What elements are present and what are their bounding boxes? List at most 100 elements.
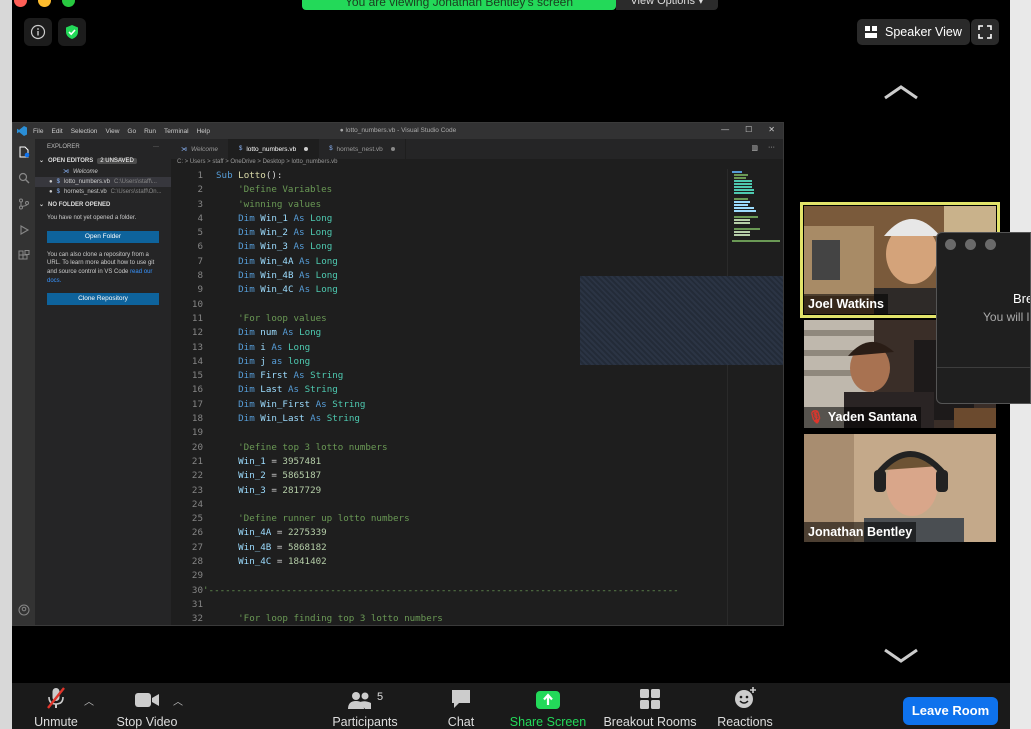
open-editors-section[interactable]: ⌄ OPEN EDITORS 2 UNSAVED <box>35 155 171 166</box>
open-editor-item[interactable]: ⋊ Welcome <box>35 166 171 177</box>
unsaved-dot-icon <box>390 147 395 151</box>
open-editor-name: hornets_nest.vb <box>63 189 107 195</box>
unmute-label: Unmute <box>34 715 78 729</box>
source-control-icon[interactable] <box>13 191 35 217</box>
shared-screen-hidden-region <box>580 276 783 365</box>
vscode-menu-bar: File Edit Selection View Go Run Terminal… <box>33 128 210 135</box>
code-line: 18 Dim Win_Last As String <box>191 413 360 425</box>
code-line: 16 Dim Last As String <box>191 384 338 396</box>
tab-hornets-nest[interactable]: $ hornets_nest.vb <box>319 139 406 159</box>
more-actions-icon[interactable]: ··· <box>768 144 775 152</box>
open-folder-button[interactable]: Open Folder <box>47 230 159 243</box>
more-actions-icon[interactable]: ··· <box>153 144 159 150</box>
code-line: 28 Win_4C = 1841402 <box>191 556 327 568</box>
dialog-message: You will l <box>983 310 1030 324</box>
vb-file-icon: $ <box>329 146 333 152</box>
breakout-rooms-label: Breakout Rooms <box>603 715 697 729</box>
vscode-close-icon[interactable]: ✕ <box>768 125 775 134</box>
vb-file-icon: $ <box>56 179 60 185</box>
scroll-up-chevron-icon[interactable] <box>884 84 918 100</box>
code-line: 23 Win_3 = 2817729 <box>191 484 322 496</box>
account-icon[interactable] <box>13 597 35 623</box>
participants-label: Participants <box>332 715 398 729</box>
vb-file-icon: $ <box>56 189 60 195</box>
open-editor-item[interactable]: ● $ lotto_numbers.vb C:\Users\staff\... <box>35 177 171 187</box>
muted-mic-icon: 🎙 <box>808 410 824 424</box>
code-line: 27 Win_4B = 5868182 <box>191 541 327 553</box>
vscode-maximize-icon[interactable]: ☐ <box>745 125 752 134</box>
code-line: 24 <box>191 498 203 510</box>
desktop-background-left <box>0 0 12 729</box>
clone-message: You can also clone a repository from a U… <box>35 247 171 290</box>
breakout-rooms-button[interactable]: Breakout Rooms <box>602 683 698 729</box>
menu-terminal[interactable]: Terminal <box>164 128 189 135</box>
fullscreen-icon <box>978 25 992 39</box>
encryption-shield-button[interactable] <box>58 18 86 46</box>
menu-help[interactable]: Help <box>197 128 210 135</box>
menu-view[interactable]: View <box>105 128 119 135</box>
fullscreen-button[interactable] <box>971 19 999 45</box>
code-line: 4 Dim Win_1 As Long <box>197 212 333 224</box>
dialog-minimize-button[interactable] <box>965 239 976 250</box>
audio-options-caret-icon[interactable]: ︿ <box>84 693 94 708</box>
menu-file[interactable]: File <box>33 128 43 135</box>
leave-room-button[interactable]: Leave Room <box>903 697 998 725</box>
collapse-chevron-icon: ⌄ <box>39 202 45 208</box>
dialog-maximize-button[interactable] <box>985 239 996 250</box>
tab-welcome[interactable]: ⋊ Welcome <box>171 139 229 159</box>
shared-screen-vscode: File Edit Selection View Go Run Terminal… <box>12 122 784 626</box>
share-screen-button[interactable]: Share Screen <box>508 683 588 729</box>
vscode-logo-icon <box>17 126 27 136</box>
grid-icon <box>865 26 877 38</box>
run-debug-icon[interactable] <box>13 217 35 243</box>
vscode-minimize-icon[interactable]: — <box>721 125 729 134</box>
meeting-info-button[interactable] <box>24 18 52 46</box>
scroll-down-chevron-icon[interactable] <box>884 648 918 664</box>
shield-check-icon <box>66 25 78 39</box>
participants-count: 5 <box>376 691 384 703</box>
explorer-files-icon[interactable] <box>13 139 35 165</box>
smiley-plus-icon <box>733 683 757 710</box>
vscode-window-controls: — ☐ ✕ <box>721 125 775 134</box>
clone-repository-button[interactable]: Clone Repository <box>47 293 159 306</box>
window-close-button[interactable] <box>14 0 27 7</box>
participants-button[interactable]: 5 Participants <box>330 683 400 729</box>
code-editor[interactable]: 1 Sub Lotto(): 2 'Define Variables 3 'win… <box>171 169 727 625</box>
speaker-view-button[interactable]: Speaker View <box>857 19 970 45</box>
view-options-dropdown[interactable]: View Options ▾ <box>616 0 718 10</box>
screen-share-banner: You are viewing Jonathan Bentley's scree… <box>302 0 616 10</box>
vscode-activity-bar <box>13 139 35 625</box>
menu-run[interactable]: Run <box>144 128 156 135</box>
unmute-button[interactable]: Unmute <box>26 683 86 729</box>
window-minimize-button[interactable] <box>38 0 51 7</box>
extensions-icon[interactable] <box>13 243 35 269</box>
no-folder-section[interactable]: ⌄ NO FOLDER OPENED <box>35 199 171 210</box>
open-editor-name: Welcome <box>73 168 98 175</box>
open-editor-item[interactable]: ● $ hornets_nest.vb C:\Users\staff\On... <box>35 187 171 197</box>
vb-file-icon: $ <box>238 146 243 152</box>
chat-label: Chat <box>447 715 475 729</box>
code-line: 1 Sub Lotto(): <box>197 170 283 181</box>
menu-selection[interactable]: Selection <box>71 128 98 135</box>
muted-microphone-icon <box>44 683 68 710</box>
code-line: 15 Dim First As String <box>191 370 344 382</box>
code-line: 21 Win_1 = 3957481 <box>191 455 322 467</box>
tab-lotto-numbers[interactable]: $ lotto_numbers.vb <box>228 139 320 159</box>
chat-button[interactable]: Chat <box>440 683 482 729</box>
code-minimap[interactable] <box>727 169 783 625</box>
split-editor-icon[interactable]: ▥ <box>751 144 758 152</box>
reactions-button[interactable]: Reactions <box>714 683 776 729</box>
tab-label: hornets_nest.vb <box>336 145 383 153</box>
code-line: 22 Win_2 = 5865187 <box>191 470 322 482</box>
window-maximize-button[interactable] <box>62 0 75 7</box>
search-icon[interactable] <box>13 165 35 191</box>
chat-bubble-icon <box>450 683 472 710</box>
menu-edit[interactable]: Edit <box>51 128 62 135</box>
no-folder-message: You have not yet opened a folder. <box>47 215 137 221</box>
video-tile-jonathan-bentley[interactable]: Jonathan Bentley <box>804 434 996 542</box>
speaker-view-label: Speaker View <box>885 25 962 39</box>
dialog-close-button[interactable] <box>945 239 956 250</box>
menu-go[interactable]: Go <box>127 128 136 135</box>
video-options-caret-icon[interactable]: ︿ <box>173 693 183 708</box>
code-line: 3 'winning values <box>197 198 322 210</box>
